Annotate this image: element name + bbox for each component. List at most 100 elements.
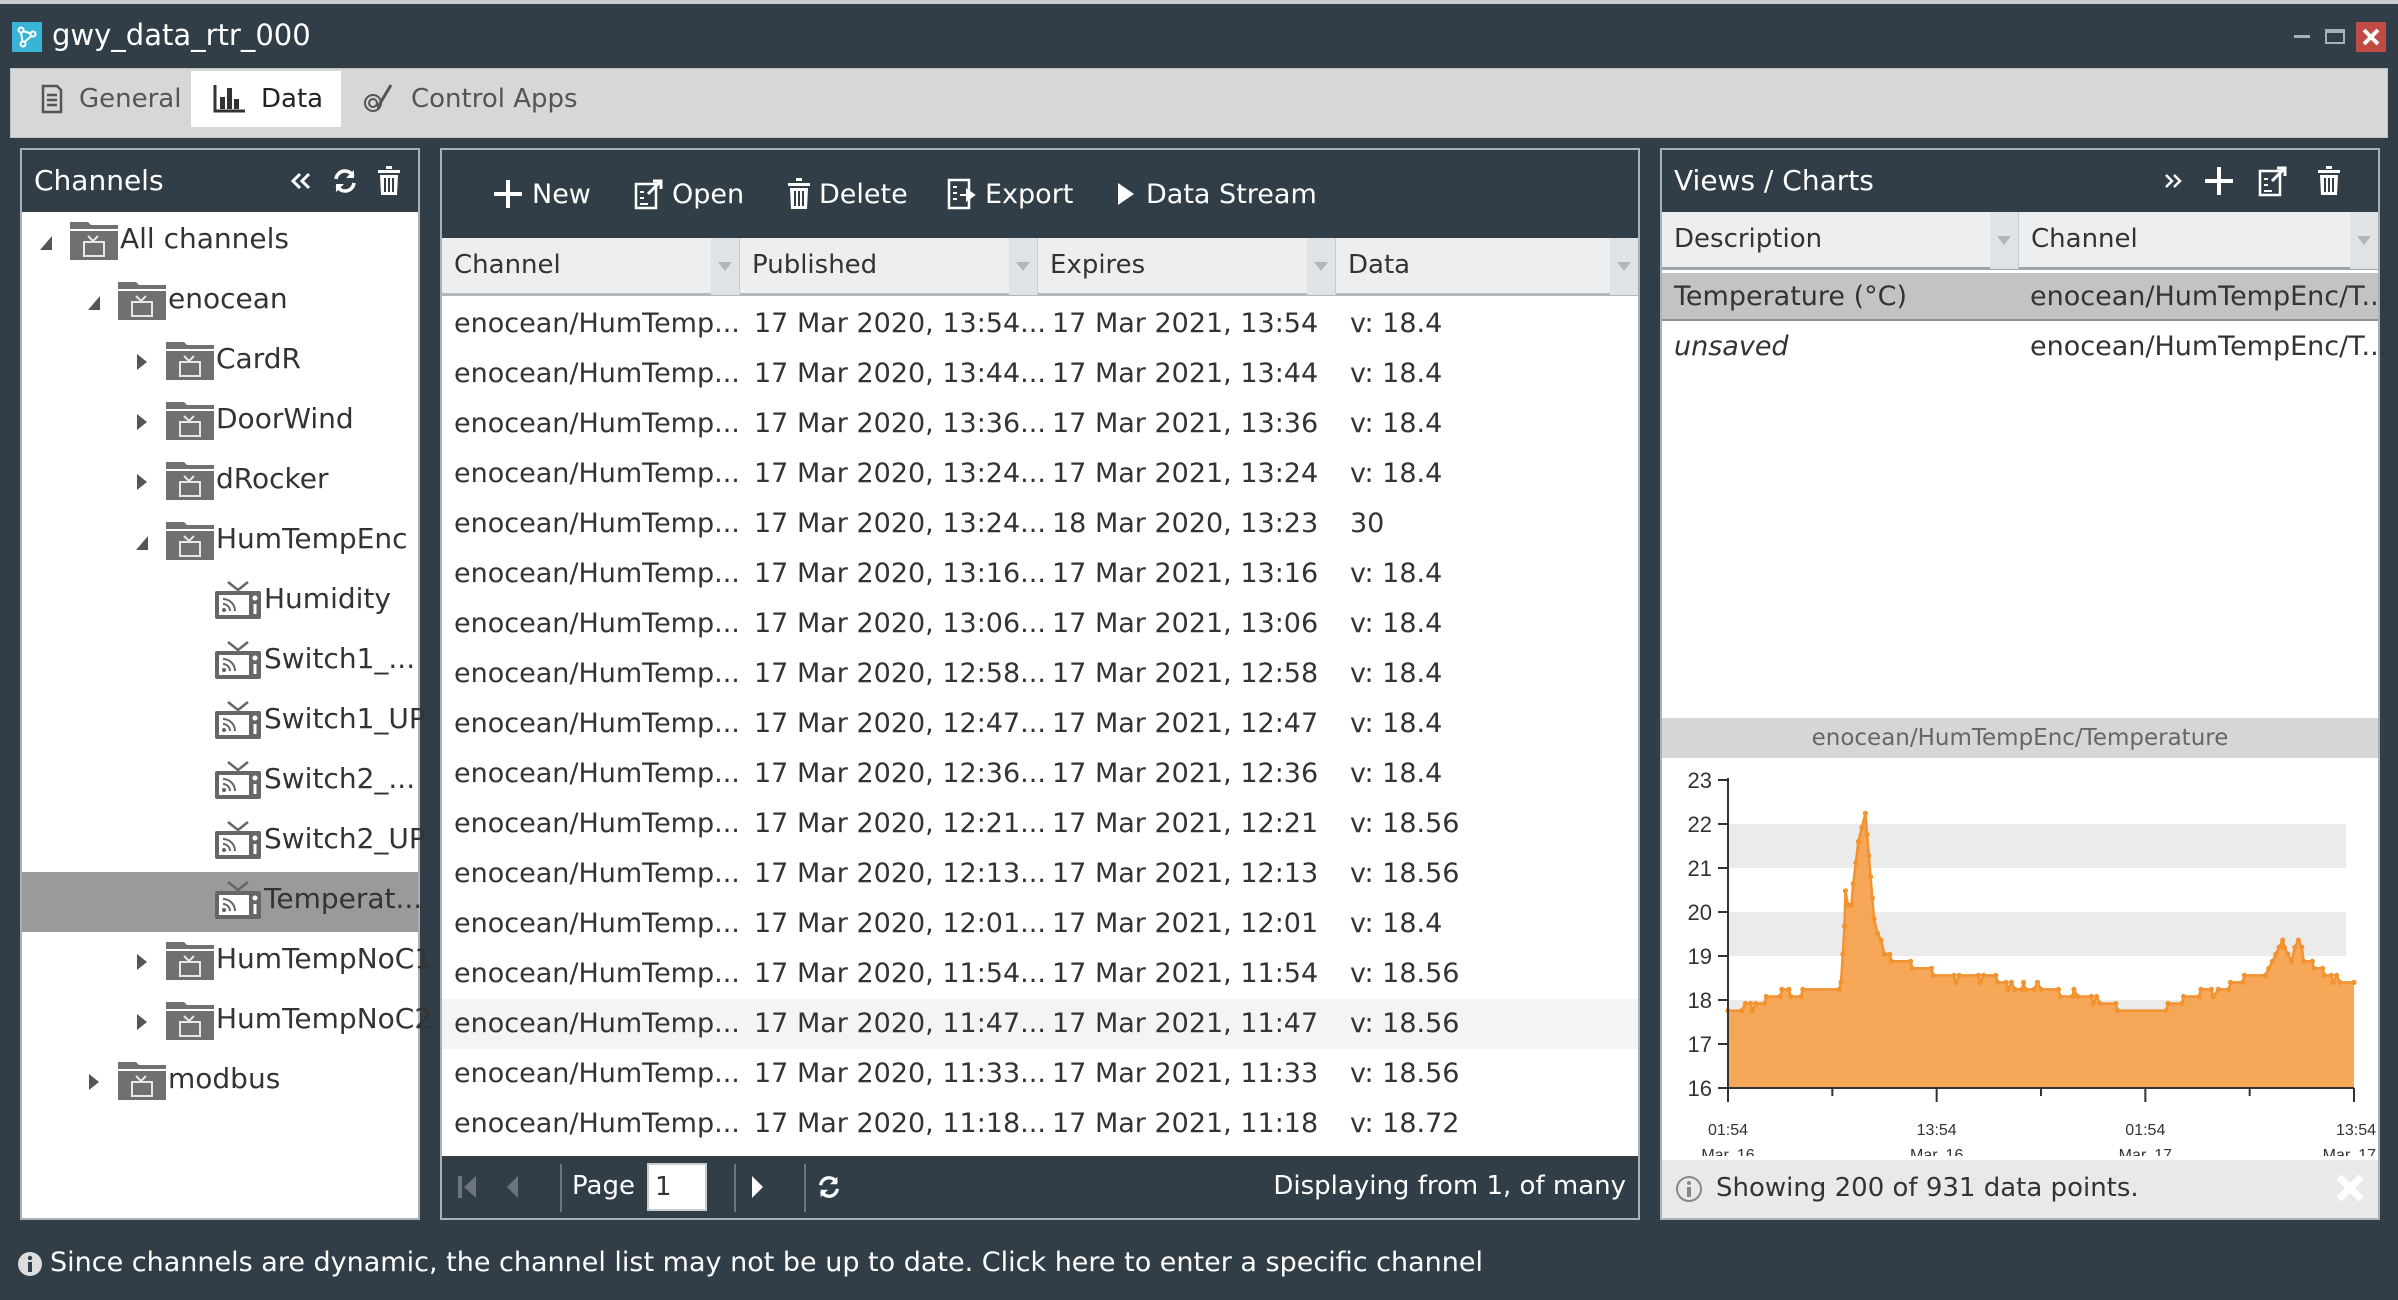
table-row[interactable]: enocean/HumTemp... 17 Mar 2020, 13:44... 1… xyxy=(442,349,1638,399)
collapsed-arrow-icon[interactable] xyxy=(134,1012,150,1032)
trash-icon[interactable] xyxy=(372,164,406,198)
tree-node[interactable]: HumTempNoC1 xyxy=(22,932,432,992)
table-row[interactable]: enocean/HumTemp... 17 Mar 2020, 12:58... 1… xyxy=(442,649,1638,699)
next-page-icon[interactable] xyxy=(750,1174,766,1200)
collapsed-arrow-icon[interactable] xyxy=(134,952,150,972)
close-button[interactable] xyxy=(2356,22,2386,52)
collapsed-arrow-icon[interactable] xyxy=(86,1072,102,1092)
temperature-chart[interactable]: 16 17 18 19 20 21 22 23 01:54 Mar, 16 13:54 Mar, 16… xyxy=(1662,758,2378,1164)
column-header-description[interactable]: Description xyxy=(1662,212,2019,270)
table-row[interactable]: enocean/HumTemp... 17 Mar 2020, 12:36... 1… xyxy=(442,749,1638,799)
tree-node[interactable]: Switch1_... xyxy=(22,632,418,692)
refresh-icon[interactable] xyxy=(328,164,362,198)
tree-node[interactable]: modbus xyxy=(22,1052,418,1112)
cell-expires: 17 Mar 2021, 11:47 xyxy=(1052,1008,1319,1039)
column-menu-icon[interactable] xyxy=(2350,212,2378,269)
tree-node[interactable]: Switch2_UP xyxy=(22,812,426,872)
table-row[interactable]: enocean/HumTemp... 17 Mar 2020, 12:13... 1… xyxy=(442,849,1638,899)
view-row[interactable]: unsaved enocean/HumTempEnc/T... xyxy=(1662,323,2387,371)
collapsed-arrow-icon[interactable] xyxy=(134,412,150,432)
table-row[interactable]: enocean/HumTemp... 17 Mar 2020, 11:33... 1… xyxy=(442,1049,1638,1099)
close-info-icon[interactable] xyxy=(2334,1172,2366,1204)
tree-node[interactable]: enocean xyxy=(22,272,418,332)
collapse-right-icon[interactable] xyxy=(2156,164,2190,198)
tree-node[interactable]: Humidity xyxy=(22,572,418,632)
cell-expires: 17 Mar 2021, 13:54 xyxy=(1052,308,1319,339)
tab-control-apps[interactable]: Control Apps xyxy=(341,71,596,127)
open-button[interactable]: Open xyxy=(634,174,744,214)
table-row[interactable]: enocean/HumTemp... 17 Mar 2020, 11:54... 1… xyxy=(442,949,1638,999)
cell-data: v: 18.56 xyxy=(1350,808,1460,839)
column-menu-icon[interactable] xyxy=(1990,212,2018,269)
views-panel-title: Views / Charts xyxy=(1674,164,1874,197)
data-point xyxy=(1841,923,1848,929)
data-point xyxy=(2088,993,2094,1000)
column-header-channel[interactable]: Channel xyxy=(2019,212,2378,270)
tree-node[interactable]: dRocker xyxy=(22,452,418,512)
tree-node[interactable]: HumTempNoC2 xyxy=(22,992,432,1052)
footer-bar[interactable]: Since channels are dynamic, the channel … xyxy=(0,1232,2398,1300)
trash-icon[interactable] xyxy=(2312,164,2346,198)
column-header-expires[interactable]: Expires xyxy=(1038,238,1336,296)
tab-data[interactable]: Data xyxy=(191,71,342,127)
expanded-arrow-icon[interactable] xyxy=(38,232,54,252)
first-page-icon[interactable] xyxy=(456,1174,478,1200)
column-menu-icon[interactable] xyxy=(1610,238,1638,295)
column-menu-icon[interactable] xyxy=(1307,238,1335,295)
table-row[interactable]: enocean/HumTemp... 17 Mar 2020, 11:47... 1… xyxy=(442,999,1638,1049)
tree-node-label: Switch2_... xyxy=(264,762,416,795)
tree-node[interactable]: DoorWind xyxy=(22,392,418,452)
table-row[interactable]: enocean/HumTemp... 17 Mar 2020, 12:21... 1… xyxy=(442,799,1638,849)
collapse-left-icon[interactable] xyxy=(284,164,318,198)
page-number-input[interactable] xyxy=(647,1163,707,1211)
tree-node[interactable]: Temperat... xyxy=(22,872,422,932)
tree-node[interactable]: All channels xyxy=(22,212,418,272)
table-row[interactable]: enocean/HumTemp... 17 Mar 2020, 11:18... 1… xyxy=(442,1099,1638,1149)
table-row[interactable]: enocean/HumTemp... 17 Mar 2020, 12:47... 1… xyxy=(442,699,1638,749)
column-menu-icon[interactable] xyxy=(1009,238,1037,295)
table-row[interactable]: enocean/HumTemp... 17 Mar 2020, 13:24... 1… xyxy=(442,499,1638,549)
tab-general[interactable]: General xyxy=(19,71,199,127)
cell-published: 17 Mar 2020, 12:36... xyxy=(754,758,1046,789)
views-charts-panel: Views / Charts Description Channel Tempe… xyxy=(1660,148,2387,1220)
column-header-channel[interactable]: Channel xyxy=(442,238,740,296)
table-row[interactable]: enocean/HumTemp... 17 Mar 2020, 12:01... 1… xyxy=(442,899,1638,949)
expanded-arrow-icon[interactable] xyxy=(86,292,102,312)
tv-icon xyxy=(215,761,261,799)
collapsed-arrow-icon[interactable] xyxy=(134,472,150,492)
minimize-button[interactable] xyxy=(2287,22,2317,52)
data-stream-button[interactable]: Data Stream xyxy=(1112,174,1317,214)
table-row[interactable]: enocean/HumTemp... 17 Mar 2020, 13:06... 1… xyxy=(442,599,1638,649)
delete-button[interactable]: Delete xyxy=(787,174,908,214)
data-point xyxy=(1859,824,1865,831)
add-view-icon[interactable] xyxy=(2202,164,2236,198)
previous-page-icon[interactable] xyxy=(504,1174,520,1200)
tree-node[interactable]: HumTempEnc xyxy=(22,512,418,572)
export-button[interactable]: Export xyxy=(947,174,1073,214)
cell-expires: 17 Mar 2021, 12:01 xyxy=(1052,908,1319,939)
maximize-button[interactable] xyxy=(2320,22,2350,52)
tree-node-label: modbus xyxy=(168,1062,281,1095)
tree-node[interactable]: CardR xyxy=(22,332,418,392)
tree-node[interactable]: Switch2_... xyxy=(22,752,418,812)
tree-node[interactable]: Switch1_UP xyxy=(22,692,426,752)
cell-expires: 17 Mar 2021, 11:33 xyxy=(1052,1058,1319,1089)
table-row[interactable]: enocean/HumTemp... 17 Mar 2020, 13:54... 1… xyxy=(442,299,1638,349)
footer-message[interactable]: Since channels are dynamic, the channel … xyxy=(50,1247,1483,1278)
new-button[interactable]: New xyxy=(492,174,591,214)
table-row[interactable]: enocean/HumTemp... 17 Mar 2020, 13:24... 1… xyxy=(442,449,1638,499)
column-header-data[interactable]: Data xyxy=(1336,238,1638,296)
open-view-icon[interactable] xyxy=(2256,164,2290,198)
views-panel-header: Views / Charts xyxy=(1662,150,2378,212)
column-menu-icon[interactable] xyxy=(711,238,739,295)
cell-data: v: 18.72 xyxy=(1350,1108,1460,1139)
table-row[interactable]: enocean/HumTemp... 17 Mar 2020, 13:16... 1… xyxy=(442,549,1638,599)
data-point xyxy=(1739,1008,1745,1014)
expanded-arrow-icon[interactable] xyxy=(134,532,150,552)
collapsed-arrow-icon[interactable] xyxy=(134,352,150,372)
column-header-published[interactable]: Published xyxy=(740,238,1038,296)
refresh-icon[interactable] xyxy=(816,1174,842,1200)
data-point xyxy=(2208,986,2214,992)
table-row[interactable]: enocean/HumTemp... 17 Mar 2020, 13:36... 1… xyxy=(442,399,1638,449)
view-row[interactable]: Temperature (°C) enocean/HumTempEnc/T... xyxy=(1662,273,2387,321)
